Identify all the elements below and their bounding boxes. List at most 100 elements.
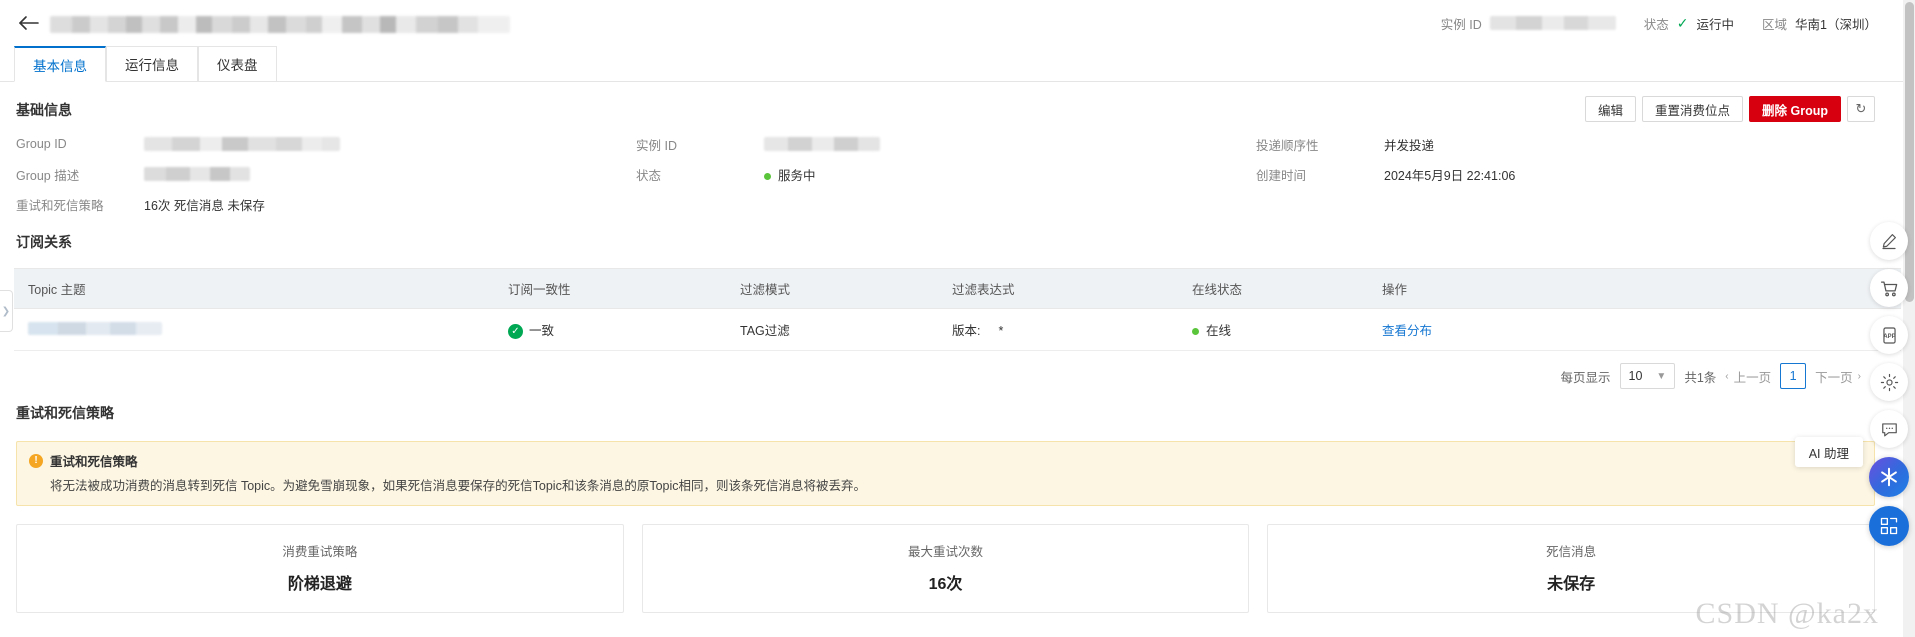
filter-expr-value: *	[998, 324, 1004, 339]
card-label: 消费重试策略	[282, 545, 358, 560]
refresh-icon[interactable]: ↻	[1847, 96, 1875, 122]
cell-consistency: ✓ 一致	[494, 308, 726, 352]
view-distribution-link[interactable]: 查看分布	[1382, 324, 1432, 338]
shopping-cart-icon[interactable]	[1870, 269, 1908, 307]
pencil-icon[interactable]	[1870, 222, 1908, 260]
info-label: 重试和死信策略	[16, 198, 104, 213]
ai-assistant-button[interactable]	[1869, 457, 1909, 497]
status-value: 运行中	[1696, 17, 1735, 32]
instance-id-label: 实例 ID	[1440, 17, 1482, 32]
page-size-select[interactable]: 10 ▼	[1619, 363, 1676, 390]
info-value-status: 服务中	[764, 165, 816, 184]
cell-operations: 查看分布	[1368, 308, 1901, 352]
current-page-button[interactable]: 1	[1780, 363, 1807, 390]
info-label: 状态	[636, 168, 662, 183]
consistency-text: 一致	[529, 324, 555, 338]
info-label: Group 描述	[16, 168, 80, 183]
info-row-group-id: Group ID	[16, 134, 636, 154]
ai-assistant-tooltip: AI 助理	[1794, 437, 1863, 467]
status-dot-icon	[764, 172, 771, 180]
info-label: Group ID	[16, 137, 67, 151]
info-column-3: 投递顺序性 并发投递 创建时间 2024年5月9日 22:41:06	[1256, 134, 1901, 214]
table-header-row: Topic 主题 订阅一致性 过滤模式 过滤表达式 在线状态 操作	[14, 268, 1901, 309]
info-column-1: Group ID Group 描述 重试和死信策略 16次 死信消息 未保存	[16, 134, 636, 214]
svg-text:APP: APP	[1883, 333, 1895, 339]
cell-filter-expression: 版本: *	[938, 308, 1178, 352]
card-dead-letter-message: 死信消息 未保存	[1267, 524, 1876, 614]
retry-policy-title: 重试和死信策略	[16, 405, 114, 422]
status-text: 服务中	[778, 168, 816, 183]
info-label: 创建时间	[1256, 168, 1307, 183]
tab-basic-info[interactable]: 基本信息	[14, 46, 106, 82]
prev-page-button[interactable]: ‹ 上一页	[1725, 367, 1771, 386]
info-row-status: 状态 服务中	[636, 164, 1256, 184]
delete-group-button[interactable]: 删除 Group	[1749, 96, 1841, 122]
ai-assistant-tooltip-label: AI 助理	[1808, 446, 1849, 461]
next-page-button[interactable]: 下一页 ›	[1815, 367, 1861, 386]
cell-online-status: 在线	[1178, 308, 1368, 352]
th-filter-expression: 过滤表达式	[938, 268, 1178, 309]
card-value: 未保存	[1547, 576, 1596, 594]
chevron-right-icon: ❯	[1, 305, 11, 317]
basic-info-actions: 编辑 重置消费位点 删除 Group ↻	[1585, 96, 1875, 122]
filter-expr-label: 版本:	[952, 324, 981, 339]
info-label: 实例 ID	[636, 138, 677, 153]
info-row-delivery-order: 投递顺序性 并发投递	[1256, 134, 1901, 154]
card-consume-retry-policy: 消费重试策略 阶梯退避	[16, 524, 624, 614]
sidebar-expand-handle[interactable]: ❯	[0, 290, 13, 332]
page-title-redacted	[50, 15, 510, 33]
back-arrow-icon[interactable]	[14, 8, 44, 38]
alert-title-row: ! 重试和死信策略	[29, 451, 1862, 470]
page-header: 实例 ID 状态 ✓ 运行中 区域 华南1（深圳）	[0, 0, 1915, 46]
subscription-title: 订阅关系	[16, 234, 72, 250]
info-value: 并发投递	[1384, 138, 1435, 153]
app-icon[interactable]: APP	[1870, 316, 1908, 354]
online-text: 在线	[1206, 324, 1232, 339]
card-value: 16次	[928, 576, 963, 594]
cell-topic	[14, 308, 494, 352]
th-consistency: 订阅一致性	[494, 268, 726, 309]
info-row-create-time: 创建时间 2024年5月9日 22:41:06	[1256, 164, 1901, 184]
table-body: ✓ 一致 TAG过滤 版本: * 在线 查看分布	[14, 308, 1901, 352]
reset-consume-offset-button[interactable]: 重置消费位点	[1642, 96, 1744, 122]
online-dot-icon	[1192, 328, 1199, 336]
retry-policy-cards: 消费重试策略 阶梯退避 最大重试次数 16次 死信消息 未保存	[16, 524, 1876, 614]
card-max-retry-count: 最大重试次数 16次	[641, 524, 1250, 614]
instance-id-value-redacted	[1489, 16, 1616, 30]
info-row-retry-policy: 重试和死信策略 16次 死信消息 未保存	[16, 194, 636, 214]
qr-code-icon[interactable]	[1869, 506, 1909, 546]
tab-runtime-info[interactable]: 运行信息	[106, 46, 198, 82]
region-label: 区域	[1762, 17, 1788, 32]
alert-title-text: 重试和死信策略	[50, 455, 138, 470]
tab-label: 运行信息	[125, 58, 179, 73]
card-label: 死信消息	[1546, 545, 1597, 560]
total-count: 共1条	[1684, 370, 1717, 385]
tab-bar: 基本信息 运行信息 仪表盘	[0, 46, 1915, 82]
page-size-label: 每页显示	[1560, 370, 1611, 385]
basic-info-grid: Group ID Group 描述 重试和死信策略 16次 死信消息 未保存 实…	[14, 134, 1901, 214]
next-page-label: 下一页	[1815, 370, 1853, 385]
card-label: 最大重试次数	[908, 545, 984, 560]
tab-label: 仪表盘	[217, 58, 258, 73]
prev-page-label: 上一页	[1733, 370, 1772, 385]
header-meta: 实例 ID 状态 ✓ 运行中 区域 华南1（深圳）	[1441, 14, 1901, 33]
th-operations: 操作	[1368, 268, 1901, 309]
subscription-table: Topic 主题 订阅一致性 过滤模式 过滤表达式 在线状态 操作 ✓一致 T	[14, 268, 1901, 352]
check-icon: ✓	[508, 324, 523, 340]
topic-value-redacted	[28, 321, 162, 335]
th-filter-mode: 过滤模式	[726, 268, 938, 309]
cell-filter-mode: TAG过滤	[726, 308, 938, 352]
table-row: ✓ 一致 TAG过滤 版本: * 在线 查看分布	[14, 308, 1901, 352]
chat-bubble-icon[interactable]	[1870, 410, 1908, 448]
info-value-redacted	[144, 167, 250, 181]
page-size-value: 10	[1628, 369, 1643, 384]
table-header: Topic 主题 订阅一致性 过滤模式 过滤表达式 在线状态 操作	[14, 268, 1901, 309]
edit-button[interactable]: 编辑	[1585, 96, 1637, 122]
tab-dashboard[interactable]: 仪表盘	[198, 46, 277, 82]
gear-icon[interactable]	[1870, 363, 1908, 401]
th-online-status: 在线状态	[1178, 268, 1368, 309]
chevron-down-icon: ▼	[1656, 370, 1667, 382]
chevron-right-icon: ›	[1857, 370, 1861, 382]
retry-policy-alert: ! 重试和死信策略 将无法被成功消费的消息转到死信 Topic。为避免雪崩现象，…	[16, 441, 1875, 507]
page-root: 实例 ID 状态 ✓ 运行中 区域 华南1（深圳） 基本信息 运行信息 仪表盘 …	[0, 0, 1915, 637]
